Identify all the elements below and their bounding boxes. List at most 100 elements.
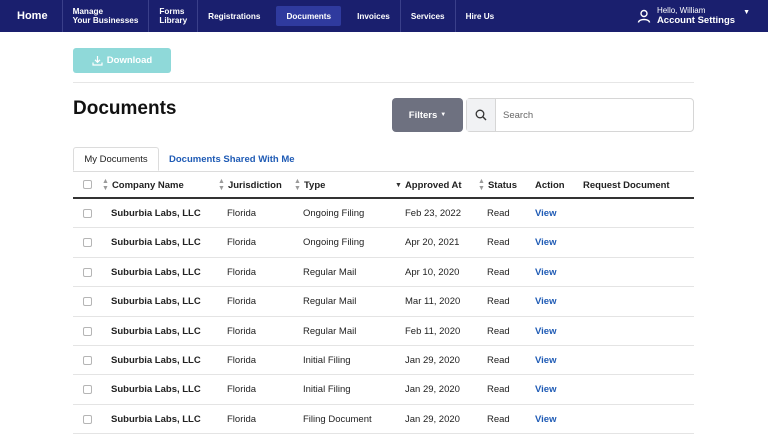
view-link[interactable]: View — [535, 346, 556, 375]
cell-jurisdiction: Florida — [227, 355, 257, 366]
cell-company: Suburbia Labs, LLC — [111, 325, 201, 337]
cell-jurisdiction: Florida — [227, 208, 257, 219]
sort-icon: ▲ ▼ — [294, 178, 301, 192]
divider — [73, 82, 694, 83]
cell-type: Filing Document — [303, 413, 372, 425]
header-company[interactable]: ▲ ▼ Company Name — [102, 172, 184, 198]
view-link[interactable]: View — [535, 199, 556, 228]
nav-services[interactable]: Services — [399, 0, 455, 32]
cell-jurisdiction: Florida — [227, 237, 257, 249]
cell-status: Read — [487, 266, 510, 278]
table-header: ▲ ▼ Company Name ▲ ▼ Jurisdiction ▲ ▼ Type … — [73, 171, 694, 199]
view-link[interactable]: View — [535, 258, 556, 287]
row-checkbox[interactable] — [83, 238, 92, 248]
account-greeting: Hello, William — [656, 6, 706, 15]
account-settings-label: Account Settings — [656, 15, 736, 26]
cell-status: Read — [487, 384, 510, 396]
cell-status: Read — [487, 325, 510, 337]
row-checkbox[interactable] — [83, 385, 92, 395]
table-row: Suburbia Labs, LLC Florida Initial Filing J… — [73, 375, 694, 405]
select-all-checkbox[interactable] — [83, 180, 92, 189]
table-row: Suburbia Labs, LLC Florida Regular Mail Feb… — [73, 317, 694, 346]
filters-label: Filters — [408, 109, 438, 121]
nav-home[interactable]: Home — [0, 0, 62, 32]
table-row: Suburbia Labs, LLC Florida Ongoing Filing A… — [73, 228, 694, 258]
nav-invoices[interactable]: Invoices — [347, 0, 400, 32]
nav-forms-library[interactable]: Forms Library — [148, 0, 197, 32]
filters-button[interactable]: Filters ▼ — [392, 98, 463, 132]
row-checkbox[interactable] — [83, 297, 92, 307]
nav-hire-us[interactable]: Hire Us — [454, 0, 505, 32]
account-text: Hello, William Account Settings — [657, 6, 735, 26]
cell-status: Read — [487, 208, 510, 219]
tab-documents-shared[interactable]: Documents Shared With Me — [169, 147, 295, 171]
header-status-label: Status — [487, 179, 517, 191]
user-icon — [637, 9, 651, 23]
cell-status: Read — [487, 413, 510, 425]
cell-company: Suburbia Labs, LLC — [111, 296, 201, 308]
cell-jurisdiction: Florida — [227, 296, 257, 308]
caret-down-icon: ▼ — [440, 112, 447, 118]
download-label: Download — [106, 55, 153, 66]
cell-company: Suburbia Labs, LLC — [111, 384, 201, 396]
cell-jurisdiction: Florida — [227, 384, 257, 396]
cell-status: Read — [487, 237, 510, 249]
row-checkbox[interactable] — [83, 267, 92, 277]
view-link[interactable]: View — [535, 405, 556, 434]
download-button[interactable]: Download — [73, 48, 171, 73]
nav-documents[interactable]: Documents — [276, 6, 342, 26]
cell-status: Read — [487, 355, 510, 366]
table-row: Suburbia Labs, LLC Florida Regular Mail Mar… — [73, 287, 694, 317]
search-button[interactable] — [467, 99, 496, 131]
sort-icon: ▲ ▼ — [478, 178, 485, 192]
view-link[interactable]: View — [535, 287, 556, 316]
nav-forms-line2: Library — [159, 16, 188, 25]
cell-status: Read — [487, 296, 510, 308]
view-link[interactable]: View — [535, 317, 556, 346]
table-row: Suburbia Labs, LLC Florida Initial Filing J… — [73, 346, 694, 376]
cell-approved-at: Apr 20, 2021 — [405, 237, 460, 249]
download-icon — [92, 56, 103, 66]
nav-manage-line1: Manage — [72, 7, 104, 16]
nav-registrations[interactable]: Registrations — [197, 0, 270, 32]
cell-approved-at: Jan 29, 2020 — [405, 384, 460, 396]
header-approved-at[interactable]: ▼ Approved At — [395, 172, 462, 198]
view-link[interactable]: View — [535, 375, 556, 404]
nav-manage-line2: Your Businesses — [72, 16, 139, 25]
cell-type: Regular Mail — [303, 266, 357, 278]
cell-company: Suburbia Labs, LLC — [111, 413, 201, 425]
table-row: Suburbia Labs, LLC Florida Regular Mail Apr… — [73, 258, 694, 288]
table-row: Suburbia Labs, LLC Florida Filing Document… — [73, 405, 694, 435]
account-menu[interactable]: Hello, William Account Settings ▼ — [637, 0, 750, 32]
view-link[interactable]: View — [535, 228, 556, 257]
cell-approved-at: Feb 11, 2020 — [405, 325, 461, 337]
sort-icon: ▲ ▼ — [218, 178, 225, 192]
row-checkbox[interactable] — [83, 326, 92, 336]
search-box — [466, 98, 694, 132]
caret-down-icon: ▼ — [743, 8, 750, 16]
nav-forms-line1: Forms — [159, 7, 185, 16]
search-input[interactable] — [496, 99, 693, 131]
cell-company: Suburbia Labs, LLC — [111, 266, 201, 278]
header-status[interactable]: ▲ ▼ Status — [478, 172, 517, 198]
nav-manage-businesses[interactable]: Manage Your Businesses — [61, 0, 149, 32]
row-checkbox[interactable] — [83, 414, 92, 424]
cell-type: Initial Filing — [303, 355, 351, 366]
sort-desc-icon: ▼ — [395, 181, 402, 189]
row-checkbox[interactable] — [83, 356, 92, 365]
cell-jurisdiction: Florida — [227, 413, 257, 425]
top-nav: Home Manage Your Businesses Forms Librar… — [0, 0, 768, 32]
cell-type: Regular Mail — [303, 325, 357, 337]
cell-type: Regular Mail — [303, 296, 357, 308]
cell-type: Initial Filing — [303, 384, 351, 396]
tab-my-documents[interactable]: My Documents — [73, 147, 159, 171]
header-type-label: Type — [303, 179, 326, 191]
row-checkbox[interactable] — [83, 209, 92, 218]
cell-type: Ongoing Filing — [303, 208, 365, 219]
header-jurisdiction[interactable]: ▲ ▼ Jurisdiction — [218, 172, 282, 198]
cell-approved-at: Mar 11, 2020 — [405, 296, 461, 308]
header-type[interactable]: ▲ ▼ Type — [294, 172, 325, 198]
table-row: Suburbia Labs, LLC Florida Ongoing Filing F… — [73, 199, 694, 229]
cell-company: Suburbia Labs, LLC — [111, 355, 201, 366]
cell-type: Ongoing Filing — [303, 237, 365, 249]
